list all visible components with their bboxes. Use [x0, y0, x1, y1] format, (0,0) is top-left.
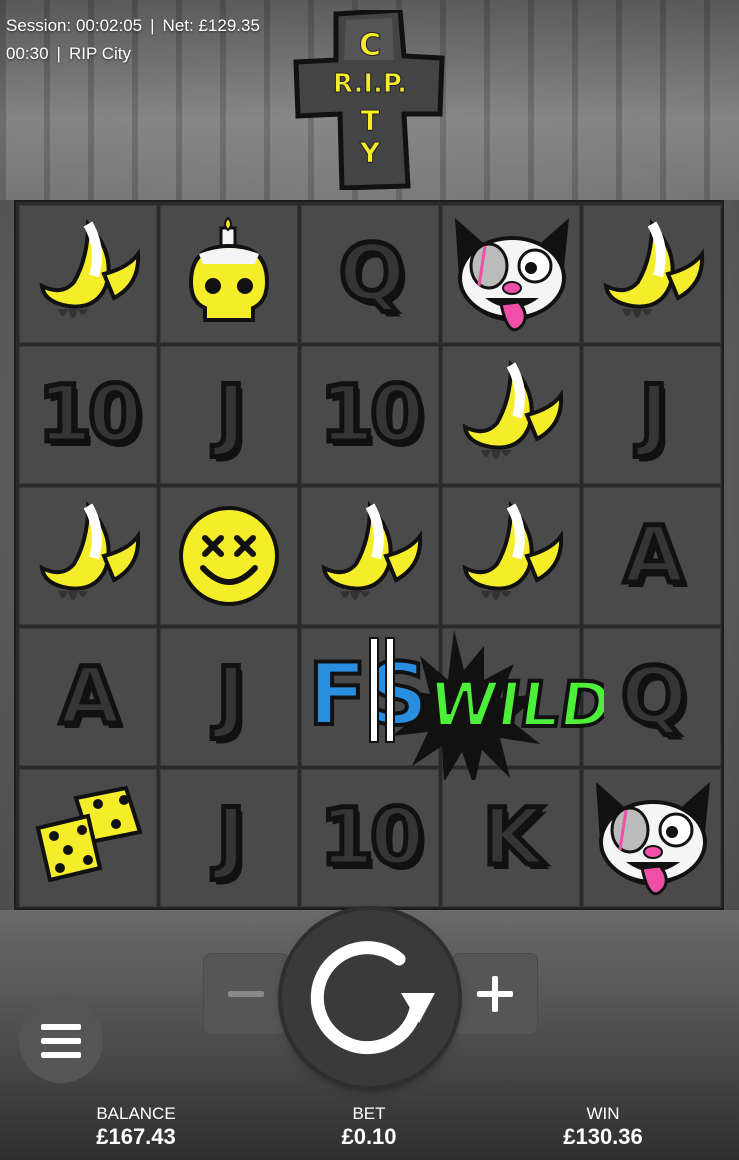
- reel-cell: J: [160, 346, 298, 484]
- symbol-10: 10: [317, 791, 427, 886]
- game-name: RIP City: [68, 44, 132, 63]
- skull-candle-icon: [188, 216, 270, 322]
- svg-text:Y: Y: [359, 136, 381, 169]
- session-label: Session:: [6, 16, 72, 35]
- cat-icon: [596, 782, 710, 896]
- menu-button[interactable]: [19, 999, 103, 1083]
- reel-cell: J: [583, 346, 721, 484]
- session-info: Session: 00:02:05 | Net: £129.35 00:30 | RIP…: [6, 16, 260, 63]
- net-value: £129.35: [198, 16, 260, 35]
- symbol-a: A: [621, 509, 686, 604]
- reel-cell: K: [442, 769, 580, 907]
- reel-cell: [442, 205, 580, 343]
- svg-text:FS: FS: [308, 645, 429, 744]
- win-stat: WIN £130.36: [503, 1104, 703, 1150]
- balance-label: BALANCE: [96, 1104, 176, 1123]
- reel-cell: 10: [301, 769, 439, 907]
- banana-icon: [321, 500, 423, 600]
- symbol-j: J: [214, 650, 248, 745]
- reel-cell: [442, 487, 580, 625]
- reel-cell: [583, 769, 721, 907]
- bet-value: £0.10: [341, 1124, 397, 1149]
- reel-cell: A: [19, 628, 157, 766]
- logo-text-rip: R.I.P.: [333, 69, 407, 99]
- reel-cell: Q: [301, 205, 439, 343]
- symbol-a: A: [57, 650, 122, 745]
- wild-symbol: WILD: [434, 666, 604, 743]
- win-value: £130.36: [563, 1124, 643, 1149]
- reel-grid: Q 10 J 10 J AAJQ J 10 K FS WILD: [14, 200, 724, 910]
- reel-cell: [19, 487, 157, 625]
- reel-cell: J: [160, 628, 298, 766]
- minus-icon: [228, 991, 264, 997]
- reel-cell: J: [160, 769, 298, 907]
- spin-button[interactable]: [282, 910, 458, 1086]
- controls-bar: [0, 905, 739, 1086]
- reel-cell: [160, 487, 298, 625]
- clock: 00:30: [6, 44, 49, 63]
- banana-icon: [39, 500, 141, 600]
- smiley-icon: [179, 506, 279, 606]
- dice-icon: [35, 785, 143, 883]
- logo-text-city: C: [359, 28, 381, 63]
- banana-icon: [603, 218, 705, 318]
- symbol-j: J: [214, 791, 248, 886]
- symbol-10: 10: [317, 368, 427, 463]
- spin-icon: [310, 941, 435, 1055]
- reel-cell: 10: [301, 346, 439, 484]
- bet-decrease-button[interactable]: [203, 953, 289, 1035]
- reel-cell: A: [583, 487, 721, 625]
- symbol-j: J: [637, 368, 671, 463]
- symbol-10: 10: [35, 368, 145, 463]
- symbol-q: Q: [618, 650, 689, 745]
- win-label: WIN: [586, 1104, 620, 1123]
- balance-value: £167.43: [96, 1124, 176, 1149]
- plus-icon: [477, 976, 513, 1012]
- balance-stat: BALANCE £167.43: [36, 1104, 236, 1150]
- symbol-q: Q: [336, 227, 407, 322]
- reel-cell: [583, 205, 721, 343]
- cat-icon: [455, 218, 569, 332]
- reel-cell: [160, 205, 298, 343]
- reel-cell: 10: [19, 346, 157, 484]
- reel-cell: [19, 205, 157, 343]
- bet-increase-button[interactable]: [452, 953, 538, 1035]
- banana-icon: [462, 500, 564, 600]
- net-label: Net:: [162, 16, 194, 35]
- bet-stat: BET £0.10: [269, 1104, 469, 1150]
- banana-icon: [39, 218, 141, 318]
- hamburger-icon: [41, 1024, 81, 1058]
- svg-text:T: T: [360, 104, 379, 137]
- banana-icon: [462, 359, 564, 459]
- stats-bar: BALANCE £167.43 BET £0.10 WIN £130.36: [0, 1104, 739, 1160]
- game-logo: C R.I.P. T Y: [293, 10, 445, 190]
- symbol-k: K: [480, 791, 546, 886]
- reel-cell: [19, 769, 157, 907]
- reel-cell: [301, 487, 439, 625]
- bet-label: BET: [352, 1104, 386, 1123]
- svg-text:WILD: WILD: [434, 668, 604, 741]
- session-time: 00:02:05: [75, 16, 143, 35]
- reel-cell: [442, 346, 580, 484]
- symbol-j: J: [214, 368, 248, 463]
